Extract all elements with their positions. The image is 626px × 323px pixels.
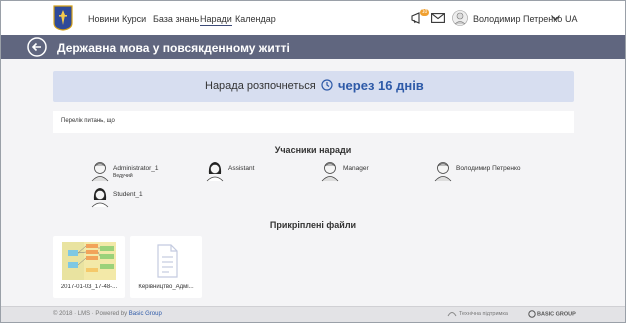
top-navbar: Новини Курси База знань Наради Календар … xyxy=(1,1,625,35)
image-thumbnail xyxy=(62,242,116,280)
brand-label: BASIC GROUP xyxy=(537,311,576,318)
footer: © 2018 · LMS · Powered by Basic Group Те… xyxy=(1,306,625,322)
participant-name: Student_1 xyxy=(113,191,143,198)
nav-item-calendar[interactable]: Календар xyxy=(235,14,276,24)
file-card[interactable]: 2017-01-03_17-48-... xyxy=(53,236,125,298)
participant-name: Administrator_1 xyxy=(113,165,159,172)
kyiv-logo-icon[interactable] xyxy=(53,5,73,31)
support-label: Технічна підтримка xyxy=(459,310,508,317)
female-avatar-icon xyxy=(91,188,109,208)
notification-badge: 10 xyxy=(420,9,429,16)
participant-name: Володимир Петренко xyxy=(456,165,521,172)
chevron-down-icon[interactable] xyxy=(551,15,560,21)
language-switch[interactable]: UA xyxy=(565,14,578,24)
nav-item-knowledge-base[interactable]: База знань xyxy=(153,14,199,24)
user-name[interactable]: Володимир Петренко xyxy=(473,14,562,24)
powered-by-link[interactable]: Basic Group xyxy=(129,311,162,317)
participant-item[interactable]: Manager xyxy=(321,160,401,182)
participant-item[interactable]: Administrator_1 Ведучий xyxy=(91,160,191,182)
main-content: Нарада розпочнеться через 16 днів Перелі… xyxy=(1,59,625,306)
participant-name: Assistant xyxy=(228,165,255,172)
participant-role: Ведучий xyxy=(113,173,133,179)
copyright-text: © 2018 · LMS · Powered by xyxy=(53,311,128,317)
files-title: Прикріплені файли xyxy=(269,220,357,230)
countdown-label: Нарада розпочнеться xyxy=(205,80,316,92)
nav-item-meetings[interactable]: Наради xyxy=(200,14,232,26)
avatar[interactable] xyxy=(452,10,468,26)
participant-item[interactable]: Student_1 xyxy=(91,186,171,208)
page-title: Державна мова у повсякденному житті xyxy=(57,41,290,55)
participants-title: Учасники наради xyxy=(274,145,352,155)
nav-item-courses[interactable]: Курси xyxy=(122,14,146,24)
file-card[interactable]: Керівництво_Адмі... xyxy=(130,236,202,298)
male-avatar-icon xyxy=(91,162,109,182)
document-icon xyxy=(157,244,178,278)
female-avatar-icon xyxy=(206,162,224,182)
agenda-text: Перелік питань, що xyxy=(61,118,115,124)
male-avatar-icon xyxy=(321,162,339,182)
participant-item[interactable]: Володимир Петренко xyxy=(434,160,554,182)
page-header: Державна мова у повсякденному житті xyxy=(1,35,625,59)
file-name: 2017-01-03_17-48-... xyxy=(60,284,118,290)
file-name: Керівництво_Адмі... xyxy=(138,284,194,290)
male-avatar-icon xyxy=(434,162,452,182)
support-link[interactable]: Технічна підтримка xyxy=(447,310,508,317)
copyright: © 2018 · LMS · Powered by Basic Group xyxy=(53,311,162,317)
clock-icon xyxy=(321,79,333,91)
support-icon xyxy=(447,312,457,317)
participant-name: Manager xyxy=(343,165,369,172)
brand-icon xyxy=(528,310,536,318)
mail-icon[interactable] xyxy=(431,13,445,23)
agenda-box: Перелік питань, що xyxy=(53,111,574,133)
nav-item-news[interactable]: Новини xyxy=(88,14,119,24)
brand-logo[interactable]: BASIC GROUP xyxy=(528,310,576,318)
countdown-value: через 16 днів xyxy=(338,78,424,93)
participant-item[interactable]: Assistant xyxy=(206,160,286,182)
back-arrow-icon[interactable] xyxy=(27,37,47,57)
countdown-banner: Нарада розпочнеться через 16 днів xyxy=(53,71,574,102)
app-window: Новини Курси База знань Наради Календар … xyxy=(0,0,626,323)
